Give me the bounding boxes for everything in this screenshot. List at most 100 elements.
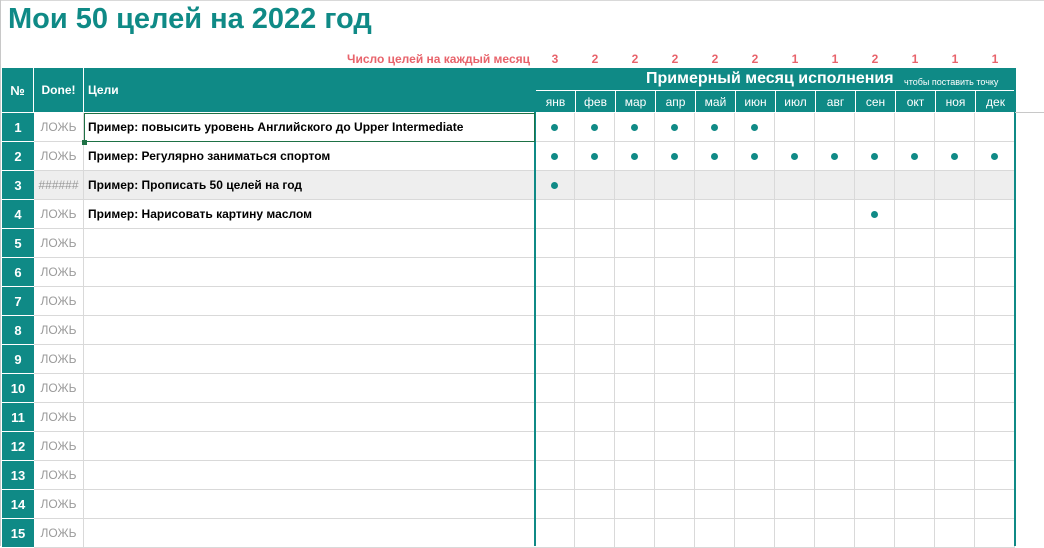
month-cell-июн[interactable] [735,316,775,345]
month-cell-июл[interactable] [775,374,815,403]
month-cell-апр[interactable] [655,113,695,142]
month-cell-авг[interactable] [815,142,855,171]
month-cell-окт[interactable] [895,229,935,258]
done-cell[interactable]: ЛОЖЬ [34,142,84,171]
goal-cell[interactable]: Пример: повысить уровень Английского до … [84,113,535,142]
month-cell-июл[interactable] [775,287,815,316]
month-cell-окт[interactable] [895,374,935,403]
month-cell-фев[interactable] [575,490,615,519]
month-cell-ноя[interactable] [935,345,975,374]
done-cell[interactable]: ЛОЖЬ [34,461,84,490]
done-cell[interactable]: ###### [34,171,84,200]
goal-cell[interactable]: Пример: Регулярно заниматься спортом [84,142,535,171]
month-header-10[interactable]: окт [895,90,935,112]
done-cell[interactable]: ЛОЖЬ [34,345,84,374]
goal-cell[interactable] [84,519,535,548]
month-cell-фев[interactable] [575,113,615,142]
month-cell-июн[interactable] [735,345,775,374]
month-cell-сен[interactable] [855,113,895,142]
month-cell-май[interactable] [695,171,735,200]
done-cell[interactable]: ЛОЖЬ [34,374,84,403]
row-number[interactable]: 14 [2,490,34,519]
row-number[interactable]: 15 [2,519,34,548]
goal-cell[interactable] [84,403,535,432]
month-cell-ноя[interactable] [935,258,975,287]
month-cell-ноя[interactable] [935,490,975,519]
month-cell-авг[interactable] [815,432,855,461]
month-header-6[interactable]: июн [735,90,775,112]
month-cell-сен[interactable] [855,200,895,229]
row-number[interactable]: 7 [2,287,34,316]
month-cell-янв[interactable] [535,316,575,345]
done-cell[interactable]: ЛОЖЬ [34,229,84,258]
month-cell-дек[interactable] [975,200,1015,229]
month-cell-янв[interactable] [535,374,575,403]
goal-cell[interactable] [84,374,535,403]
month-cell-июл[interactable] [775,113,815,142]
month-header-8[interactable]: авг [815,90,855,112]
month-cell-окт[interactable] [895,432,935,461]
month-cell-сен[interactable] [855,519,895,548]
month-cell-янв[interactable] [535,461,575,490]
goal-cell[interactable] [84,229,535,258]
month-cell-дек[interactable] [975,142,1015,171]
month-cell-мар[interactable] [615,200,655,229]
done-cell[interactable]: ЛОЖЬ [34,287,84,316]
month-cell-авг[interactable] [815,461,855,490]
month-cell-мар[interactable] [615,113,655,142]
month-cell-сен[interactable] [855,287,895,316]
month-cell-сен[interactable] [855,490,895,519]
row-number[interactable]: 2 [2,142,34,171]
done-cell[interactable]: ЛОЖЬ [34,258,84,287]
month-cell-май[interactable] [695,519,735,548]
month-cell-авг[interactable] [815,374,855,403]
done-cell[interactable]: ЛОЖЬ [34,519,84,548]
month-cell-дек[interactable] [975,258,1015,287]
month-cell-май[interactable] [695,490,735,519]
month-cell-ноя[interactable] [935,403,975,432]
row-number[interactable]: 12 [2,432,34,461]
goal-cell[interactable] [84,258,535,287]
month-cell-янв[interactable] [535,432,575,461]
month-cell-авг[interactable] [815,229,855,258]
month-cell-июн[interactable] [735,461,775,490]
goal-cell[interactable] [84,287,535,316]
column-header-done[interactable]: Done! [34,68,84,112]
month-cell-июн[interactable] [735,113,775,142]
row-number[interactable]: 8 [2,316,34,345]
month-cell-янв[interactable] [535,200,575,229]
month-cell-окт[interactable] [895,345,935,374]
month-cell-мар[interactable] [615,374,655,403]
column-header-goals[interactable]: Цели [84,68,535,112]
month-cell-янв[interactable] [535,171,575,200]
month-cell-авг[interactable] [815,490,855,519]
row-number[interactable]: 5 [2,229,34,258]
month-cell-дек[interactable] [975,403,1015,432]
month-cell-дек[interactable] [975,345,1015,374]
month-cell-июн[interactable] [735,519,775,548]
month-cell-июн[interactable] [735,374,775,403]
month-cell-май[interactable] [695,287,735,316]
month-cell-окт[interactable] [895,461,935,490]
month-cell-апр[interactable] [655,432,695,461]
month-cell-июл[interactable] [775,229,815,258]
month-cell-дек[interactable] [975,287,1015,316]
month-cell-ноя[interactable] [935,171,975,200]
row-number[interactable]: 3 [2,171,34,200]
month-cell-июл[interactable] [775,461,815,490]
month-cell-июн[interactable] [735,287,775,316]
month-cell-сен[interactable] [855,142,895,171]
month-cell-ноя[interactable] [935,287,975,316]
month-cell-мар[interactable] [615,229,655,258]
month-cell-окт[interactable] [895,142,935,171]
month-cell-фев[interactable] [575,287,615,316]
month-cell-фев[interactable] [575,200,615,229]
goal-cell[interactable] [84,490,535,519]
month-header-4[interactable]: апр [655,90,695,112]
month-cell-дек[interactable] [975,229,1015,258]
month-cell-фев[interactable] [575,374,615,403]
month-cell-окт[interactable] [895,490,935,519]
month-cell-янв[interactable] [535,229,575,258]
month-cell-янв[interactable] [535,113,575,142]
month-cell-апр[interactable] [655,316,695,345]
